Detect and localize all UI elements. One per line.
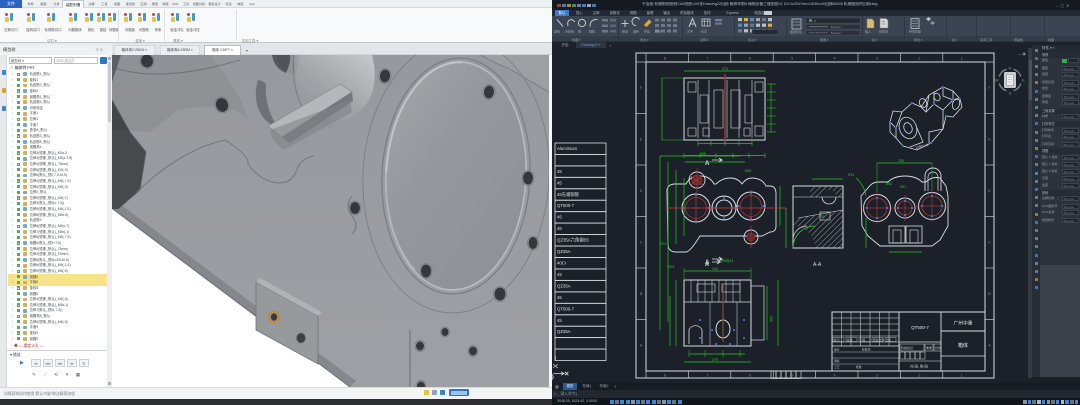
svg-text:插入: 插入 [865, 29, 871, 34]
svg-text:直线: 直线 [554, 29, 560, 34]
svg-text:375: 375 [722, 67, 728, 71]
svg-text:多段线: 多段线 [565, 29, 574, 34]
svg-text:255: 255 [898, 159, 904, 163]
svg-text:R15: R15 [668, 265, 674, 269]
svg-text:A-A: A-A [813, 262, 822, 268]
svg-text:签名: 签名 [886, 338, 892, 342]
svg-text:文字: 文字 [687, 29, 693, 34]
svg-text:分区: 分区 [860, 338, 866, 342]
svg-text:设计: 设计 [834, 348, 840, 352]
svg-text:Ø62: Ø62 [886, 182, 892, 186]
svg-text:图层特性: 图层特性 [790, 29, 802, 34]
svg-text:N: N [1009, 65, 1012, 70]
svg-text:QZ35A: QZ35A [557, 329, 571, 334]
svg-text:共1张, 第1张: 共1张, 第1张 [910, 364, 929, 369]
svg-text:箱体: 箱体 [958, 342, 968, 349]
svg-text:W: W [995, 78, 999, 83]
svg-text:6: 6 [749, 374, 751, 378]
svg-text:旋转: 旋转 [633, 29, 639, 34]
svg-text:6: 6 [749, 57, 751, 61]
svg-text:ByLayer: ByLayer [831, 31, 841, 35]
svg-text:圆弧: 圆弧 [589, 29, 595, 34]
svg-text:5: 5 [791, 374, 793, 378]
svg-text:45: 45 [557, 272, 562, 277]
svg-text:2: 2 [918, 374, 920, 378]
svg-text:A: A [705, 262, 709, 268]
svg-text:审核: 审核 [834, 359, 840, 363]
svg-text:45先端铜管: 45先端铜管 [557, 191, 580, 198]
svg-text:2: 2 [918, 57, 920, 61]
svg-text:F: F [640, 86, 642, 90]
svg-text:特性匹配: 特性匹配 [909, 29, 921, 34]
svg-text:阶段标记: 阶段标记 [901, 345, 913, 350]
svg-text:QT500-7: QT500-7 [911, 325, 929, 330]
svg-text:QZ35A: QZ35A [557, 283, 571, 288]
svg-text:创建块: 创建块 [879, 29, 888, 34]
svg-text:处数: 处数 [847, 338, 853, 342]
svg-text:R15: R15 [848, 173, 854, 177]
svg-text:3: 3 [876, 57, 878, 61]
svg-text:广州中重: 广州中重 [953, 320, 972, 327]
svg-text:E: E [640, 138, 643, 142]
svg-text:D: D [988, 189, 991, 193]
svg-text:180: 180 [769, 316, 773, 322]
svg-text:E: E [1022, 78, 1025, 83]
svg-text:QT500-7: QT500-7 [557, 306, 575, 311]
svg-text:Ø52: Ø52 [745, 169, 752, 173]
svg-text:45: 45 [557, 180, 562, 185]
svg-text:标记: 标记 [834, 338, 840, 342]
svg-text:45: 45 [557, 169, 562, 174]
svg-text:D: D [640, 189, 643, 193]
svg-text:QZ35A六角钢S5: QZ35A六角钢S5 [557, 237, 589, 244]
svg-text:F: F [988, 86, 990, 90]
svg-text:修剪: 修剪 [644, 29, 650, 34]
svg-text:A: A [988, 344, 991, 348]
svg-text:标注: 标注 [701, 29, 707, 34]
svg-text:批准: 批准 [856, 365, 862, 369]
svg-text:C: C [640, 241, 643, 245]
svg-text:R10: R10 [660, 242, 666, 246]
svg-text:4: 4 [834, 57, 836, 61]
svg-text:比例: 比例 [935, 345, 941, 350]
svg-text:7: 7 [706, 57, 708, 61]
svg-text:工艺: 工艺 [834, 365, 840, 369]
svg-text:5: 5 [791, 57, 793, 61]
svg-text:40Cr: 40Cr [557, 261, 567, 266]
svg-text:7: 7 [706, 374, 708, 378]
svg-text:B: B [988, 292, 991, 296]
svg-text:重量: 重量 [926, 345, 932, 350]
svg-text:Ø47: Ø47 [900, 185, 906, 189]
svg-text:Aluminium: Aluminium [557, 146, 577, 151]
svg-text:A: A [640, 344, 643, 348]
svg-text:340: 340 [712, 267, 718, 271]
svg-text:1: 1 [961, 57, 963, 61]
svg-text:ByLayer: ByLayer [831, 25, 841, 29]
svg-text:C: C [988, 241, 991, 245]
svg-text:45: 45 [557, 318, 562, 323]
svg-text:B: B [640, 292, 643, 296]
svg-text:更改文件: 更改文件 [873, 338, 884, 342]
svg-text:标准化: 标准化 [862, 348, 871, 352]
svg-text:A: A [705, 161, 710, 167]
svg-text:45: 45 [557, 295, 562, 300]
svg-text:圆: 圆 [578, 30, 581, 34]
svg-text:1: 1 [961, 374, 963, 378]
svg-text:45: 45 [557, 215, 562, 220]
svg-text:8: 8 [664, 374, 666, 378]
svg-text:QZ35A: QZ35A [557, 249, 571, 254]
svg-text:375: 375 [712, 358, 718, 362]
svg-text:45: 45 [557, 226, 562, 231]
svg-text:S: S [1009, 90, 1012, 95]
svg-text:8: 8 [664, 57, 666, 61]
svg-text:阵列: 阵列 [655, 29, 661, 34]
svg-text:移动: 移动 [622, 29, 628, 34]
svg-text:3: 3 [876, 374, 878, 378]
svg-text:E: E [988, 138, 991, 142]
svg-text:4: 4 [834, 374, 836, 378]
svg-text:255: 255 [700, 152, 706, 156]
svg-text:R8: R8 [820, 215, 825, 219]
svg-text:QT500-7: QT500-7 [557, 203, 575, 208]
